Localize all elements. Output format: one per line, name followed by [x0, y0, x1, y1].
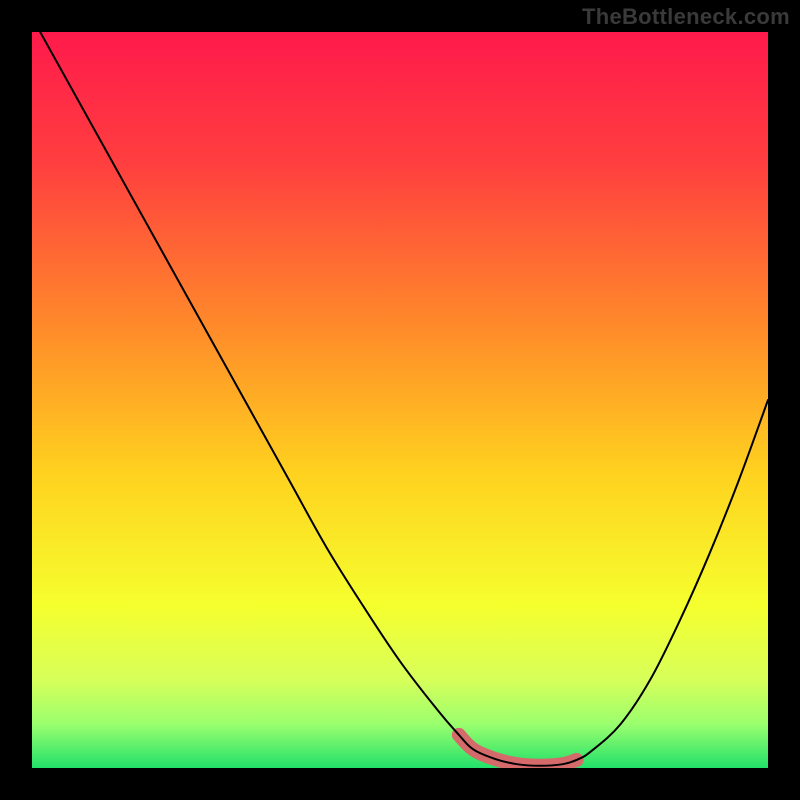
gradient-background: [32, 32, 768, 768]
plot-area: [32, 32, 768, 768]
chart-frame: TheBottleneck.com: [0, 0, 800, 800]
chart-svg: [32, 32, 768, 768]
watermark-text: TheBottleneck.com: [582, 4, 790, 30]
